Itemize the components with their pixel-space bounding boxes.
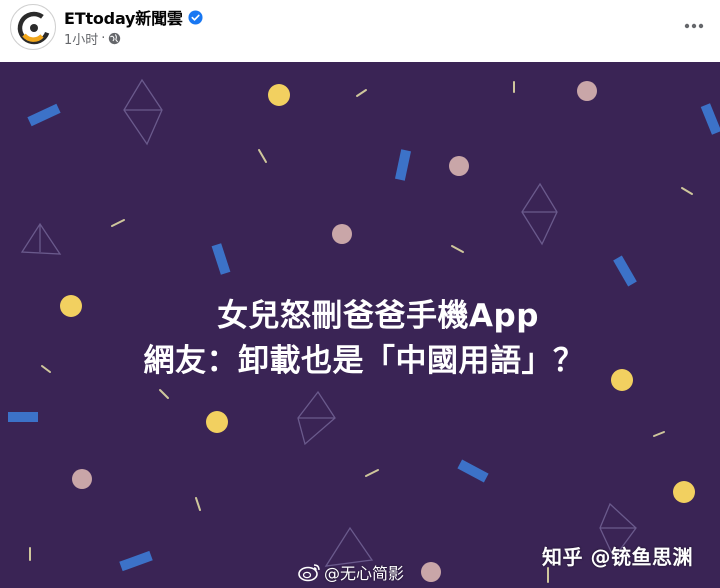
news-image[interactable]: 女兒怒刪爸爸手機App 網友：卸載也是「中國用語」？: [0, 62, 720, 588]
headline: 女兒怒刪爸爸手機App 網友：卸載也是「中國用語」？: [0, 294, 720, 384]
weibo-icon: [298, 564, 320, 582]
verified-badge-icon: [188, 9, 203, 25]
page-avatar[interactable]: [10, 4, 56, 50]
ettoday-logo-icon: [17, 11, 51, 45]
headline-line-1: 女兒怒刪爸爸手機App: [217, 298, 539, 334]
more-horizontal-icon: [684, 23, 704, 29]
post-meta: 1小时 ·: [64, 29, 121, 48]
page-name-row: ETtoday新聞雲: [64, 6, 203, 28]
zhihu-watermark: 知乎 @铳鱼思渊: [542, 545, 693, 569]
post-header: ETtoday新聞雲 1小时 ·: [0, 0, 720, 62]
headline-line-2: 網友：卸載也是「中國用語」？: [143, 343, 585, 379]
post-timestamp[interactable]: 1小时: [64, 29, 98, 48]
page-name[interactable]: ETtoday新聞雲: [64, 5, 183, 29]
meta-separator: ·: [101, 30, 106, 46]
more-options-button[interactable]: [682, 14, 706, 38]
weibo-watermark: @无心简影: [298, 560, 404, 584]
globe-icon[interactable]: [108, 32, 121, 45]
weibo-watermark-text: @无心简影: [324, 564, 405, 583]
